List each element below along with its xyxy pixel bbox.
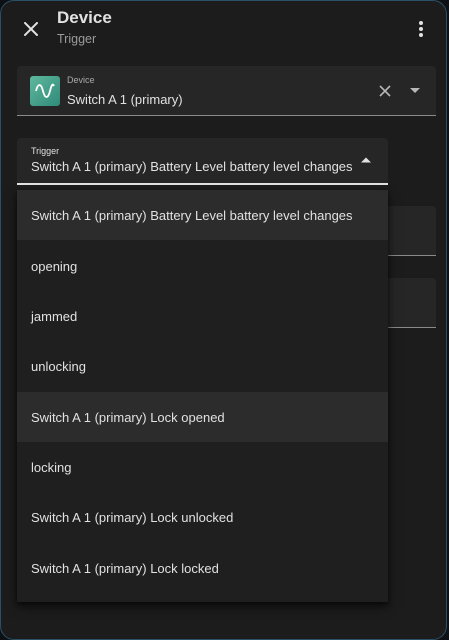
dots-vertical-icon [419,21,423,37]
close-icon [24,22,38,36]
device-field-label: Device [67,75,95,85]
more-options-button[interactable] [405,13,437,45]
clear-icon [379,85,391,97]
trigger-dropdown-arrow[interactable] [358,152,374,168]
option-lock-opened[interactable]: Switch A 1 (primary) Lock opened [17,392,388,442]
caret-up-icon [361,157,371,163]
device-picker[interactable]: Device Switch A 1 (primary) [17,66,436,116]
dialog-subtitle: Trigger [57,32,97,46]
trigger-field-value: Switch A 1 (primary) Battery Level batte… [31,159,353,174]
trigger-options-menu: Switch A 1 (primary) Battery Level batte… [17,190,388,602]
sine-wave-icon [35,83,55,98]
option-lock-locked[interactable]: Switch A 1 (primary) Lock locked [17,543,388,593]
caret-down-icon [410,88,420,93]
close-button[interactable] [15,13,47,45]
device-field-value: Switch A 1 (primary) [67,92,183,107]
device-icon [30,76,60,106]
option-locking[interactable]: locking [17,442,388,492]
dialog-title: Device [57,8,112,27]
device-dropdown-button[interactable] [405,81,425,101]
option-battery-level-changes[interactable]: Switch A 1 (primary) Battery Level batte… [17,190,388,240]
trigger-select[interactable]: Trigger Switch A 1 (primary) Battery Lev… [17,138,388,185]
option-jammed[interactable]: jammed [17,291,388,341]
trigger-field-label: Trigger [31,146,60,156]
option-opening[interactable]: opening [17,241,388,291]
option-lock-unlocked[interactable]: Switch A 1 (primary) Lock unlocked [17,492,388,542]
clear-device-button[interactable] [375,81,395,101]
trigger-dialog: Device Trigger Device Switch A 1 (primar… [0,0,447,640]
option-unlocking[interactable]: unlocking [17,341,388,391]
